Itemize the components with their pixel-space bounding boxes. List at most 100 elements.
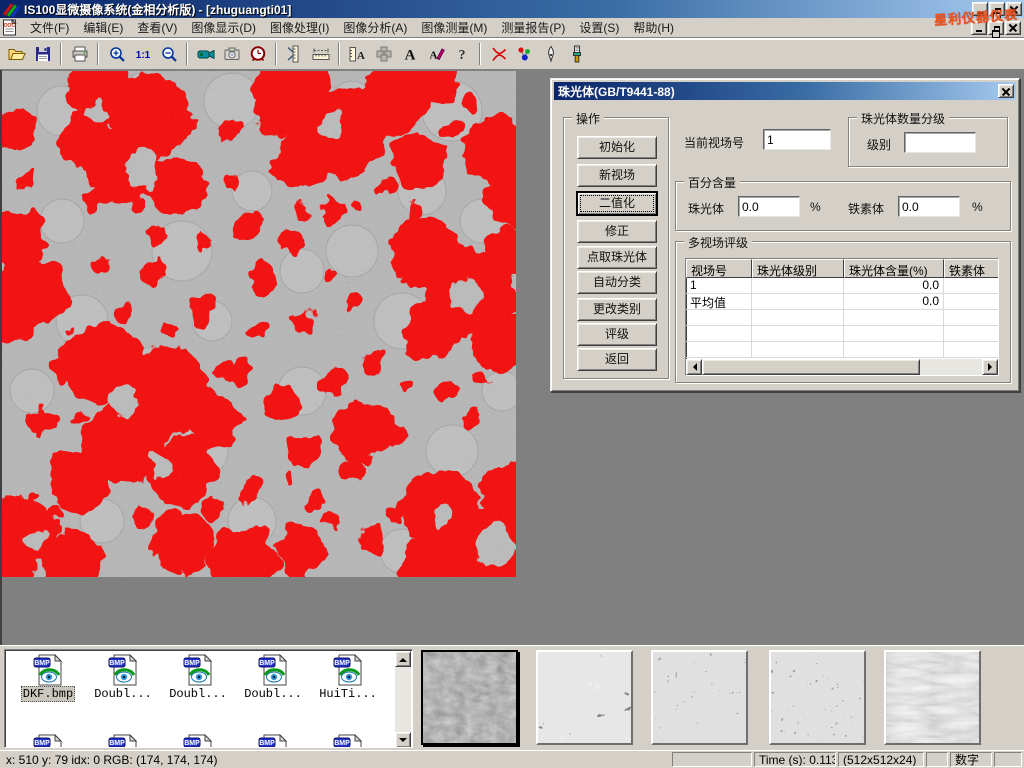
mdi-minimize-button[interactable] — [971, 21, 987, 35]
menu-help[interactable]: 帮助(H) — [626, 17, 681, 38]
new-field-button[interactable]: 新视场 — [577, 164, 657, 187]
file-list[interactable]: DKF.bmp Doubl... Doubl... Doubl... HuiTi… — [4, 649, 413, 748]
file-name[interactable]: Doubl... — [243, 687, 303, 701]
open-button[interactable] — [4, 42, 29, 66]
file-item[interactable] — [163, 734, 233, 748]
file-item[interactable]: HuiTi... — [313, 654, 383, 701]
bmp-file-icon — [32, 734, 64, 748]
photo-camera-button[interactable] — [219, 42, 244, 66]
menu-image-processing[interactable]: 图像处理(I) — [263, 17, 336, 38]
text-annotate-button[interactable]: A — [423, 42, 448, 66]
zoom-out-button[interactable] — [156, 42, 181, 66]
text-icon: A — [401, 45, 419, 63]
zoom-in-button[interactable] — [104, 42, 129, 66]
scroll-thumb[interactable] — [702, 359, 920, 375]
table-row[interactable]: 平均值 0.0 — [686, 294, 998, 310]
save-button[interactable] — [30, 42, 55, 66]
col-pearlite-grade[interactable]: 珠光体级别 — [752, 259, 844, 278]
print-icon — [71, 45, 89, 63]
restore-button[interactable] — [989, 2, 1005, 16]
menu-image-analysis[interactable]: 图像分析(A) — [336, 17, 414, 38]
actual-size-button[interactable]: 1:1 — [130, 42, 155, 66]
cell-field: 1 — [686, 278, 752, 293]
file-name[interactable]: HuiTi... — [318, 687, 378, 701]
print-button[interactable] — [67, 42, 92, 66]
file-item[interactable]: Doubl... — [163, 654, 233, 701]
col-pearlite-content[interactable]: 珠光体含量(%) — [844, 259, 944, 278]
col-ferrite[interactable]: 铁素体 — [944, 259, 999, 278]
scroll-up-button[interactable] — [395, 651, 411, 667]
ruler-button[interactable] — [308, 42, 333, 66]
thumbnail-5[interactable] — [884, 650, 981, 745]
pattern-fill-button[interactable] — [371, 42, 396, 66]
thumbnail-2[interactable] — [536, 650, 633, 745]
file-list-scrollbar[interactable] — [395, 651, 411, 748]
rating-table[interactable]: 视场号 珠光体级别 珠光体含量(%) 铁素体 1 0.0 平均值 0.0 — [685, 258, 999, 376]
file-name[interactable]: Doubl... — [93, 687, 153, 701]
initialize-button[interactable]: 初始化 — [577, 136, 657, 159]
file-item[interactable]: DKF.bmp — [13, 654, 83, 702]
status-empty-panel — [672, 752, 752, 767]
ferrite-percent-input[interactable] — [898, 196, 960, 217]
mdi-restore-button[interactable] — [988, 21, 1004, 35]
menu-image-measure[interactable]: 图像测量(M) — [414, 17, 494, 38]
zoom-out-icon — [160, 45, 178, 63]
multifield-group: 多视场评级 视场号 珠光体级别 珠光体含量(%) 铁素体 1 0.0 平均值 — [675, 241, 1011, 383]
scroll-left-button[interactable] — [686, 359, 702, 375]
app-logo-icon — [2, 2, 20, 17]
dialog-close-button[interactable] — [998, 84, 1014, 98]
help-button[interactable]: ? — [449, 42, 474, 66]
file-item[interactable] — [238, 734, 308, 748]
thumbnail-4[interactable] — [769, 650, 866, 745]
current-field-input[interactable] — [763, 129, 831, 150]
change-class-button[interactable]: 更改类别 — [577, 298, 657, 321]
col-field-number[interactable]: 视场号 — [686, 259, 752, 278]
mdi-close-button[interactable] — [1005, 21, 1021, 35]
correct-button[interactable]: 修正 — [577, 220, 657, 243]
rate-button[interactable]: 评级 — [577, 323, 657, 346]
menu-settings[interactable]: 设置(S) — [572, 17, 626, 38]
binarized-metallograph-image[interactable] — [2, 71, 516, 577]
table-horizontal-scrollbar[interactable] — [686, 359, 998, 375]
pearlite-percent-input[interactable] — [738, 196, 800, 217]
thumbnail-1[interactable] — [421, 650, 518, 745]
menu-measure-report[interactable]: 测量报告(P) — [494, 17, 572, 38]
menu-view[interactable]: 查看(V) — [130, 17, 184, 38]
clock-button[interactable] — [245, 42, 270, 66]
scroll-right-icon — [988, 363, 996, 371]
file-name[interactable]: DKF.bmp — [21, 686, 75, 702]
measure-text-button[interactable]: A — [345, 42, 370, 66]
text-button[interactable]: A — [397, 42, 422, 66]
minimize-icon — [977, 12, 983, 14]
thumbnail-3[interactable] — [651, 650, 748, 745]
file-name[interactable]: Doubl... — [168, 687, 228, 701]
minimize-button[interactable] — [972, 2, 988, 16]
file-item[interactable] — [13, 734, 83, 748]
menu-image-display[interactable]: 图像显示(D) — [184, 17, 263, 38]
file-item[interactable]: Doubl... — [88, 654, 158, 701]
dialog-title-text: 珠光体(GB/T9441-88) — [558, 83, 675, 100]
close-button[interactable] — [1006, 2, 1022, 16]
pick-pearlite-button[interactable]: 点取珠光体 — [577, 246, 657, 269]
svg-text:A: A — [429, 50, 437, 62]
grade-input[interactable] — [904, 132, 976, 153]
file-item[interactable] — [313, 734, 383, 748]
menu-edit[interactable]: 编辑(E) — [76, 17, 130, 38]
video-camera-button[interactable] — [193, 42, 218, 66]
auto-classify-button[interactable]: 自动分类 — [577, 271, 657, 294]
scroll-down-button[interactable] — [395, 732, 411, 748]
caliper-button[interactable] — [282, 42, 307, 66]
binarize-button[interactable]: 二值化 — [577, 192, 657, 215]
pearlite-percent-sign: % — [810, 200, 821, 214]
return-button[interactable]: 返回 — [577, 348, 657, 371]
file-item[interactable] — [88, 734, 158, 748]
scroll-right-button[interactable] — [982, 359, 998, 375]
pen-button[interactable] — [538, 42, 563, 66]
brush-button[interactable] — [564, 42, 589, 66]
menu-file[interactable]: 文件(F) — [23, 17, 76, 38]
curve-tool-button[interactable] — [486, 42, 511, 66]
text-annotate-icon: A — [427, 45, 445, 63]
file-item[interactable]: Doubl... — [238, 654, 308, 701]
particle-classify-button[interactable] — [512, 42, 537, 66]
table-row[interactable]: 1 0.0 — [686, 278, 998, 294]
